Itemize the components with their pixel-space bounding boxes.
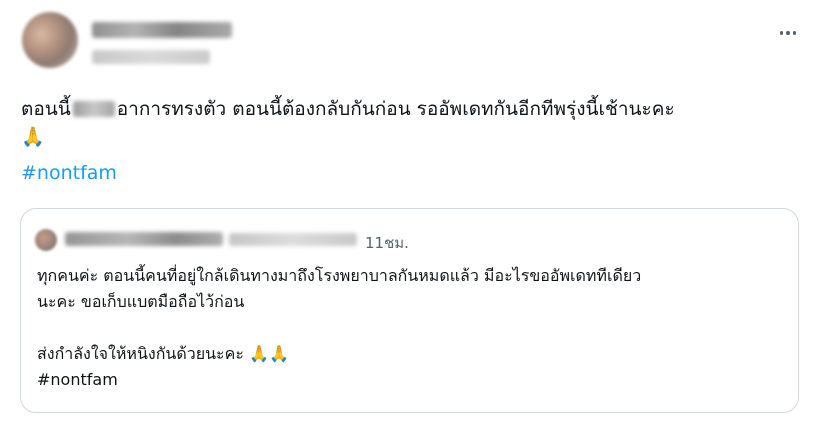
folded-hands-emoji: 🙏 (21, 126, 45, 148)
quote-line-2: นะคะ ขอเก็บแบตมือถือไว้ก่อน (37, 292, 245, 311)
quote-handle-redacted (229, 233, 357, 246)
quote-line-1: ทุกคนค่ะ ตอนนี้คนที่อยู่ใกล้เดินทางมาถึง… (37, 266, 642, 285)
more-horizontal-icon (779, 31, 797, 35)
tweet: ตอนนี้ อาการทรงตัว ตอนนี้ต้องกลับกันก่อน … (0, 0, 815, 435)
more-options-button[interactable] (770, 22, 806, 44)
tweet-text-before: ตอนนี้ (21, 98, 71, 120)
redacted-name (72, 101, 115, 117)
quote-display-name-redacted (65, 232, 223, 246)
tweet-text-after: อาการทรงตัว ตอนนี้ต้องกลับกันก่อน รออัพเ… (116, 98, 675, 120)
quote-avatar (35, 229, 57, 251)
quote-text: ทุกคนค่ะ ตอนนี้คนที่อยู่ใกล้เดินทางมาถึง… (37, 263, 787, 393)
quote-timestamp[interactable]: 11ชม. (365, 231, 409, 255)
handle-redacted[interactable] (92, 50, 210, 64)
quoted-tweet[interactable]: 11ชม. ทุกคนค่ะ ตอนนี้คนที่อยู่ใกล้เดินทา… (20, 208, 799, 413)
quote-line-3: ส่งกำลังใจให้หนิงกันด้วยนะคะ 🙏🙏 (37, 341, 787, 367)
quote-hashtag: #nontfam (37, 370, 118, 389)
hashtag-link[interactable]: #nontfam (21, 162, 117, 184)
folded-hands-emoji: 🙏🙏 (249, 344, 289, 363)
avatar[interactable] (22, 12, 78, 68)
quote-line-3-text: ส่งกำลังใจให้หนิงกันด้วยนะคะ (37, 344, 244, 363)
display-name-redacted[interactable] (92, 22, 232, 38)
tweet-text: ตอนนี้ อาการทรงตัว ตอนนี้ต้องกลับกันก่อน … (21, 95, 801, 151)
